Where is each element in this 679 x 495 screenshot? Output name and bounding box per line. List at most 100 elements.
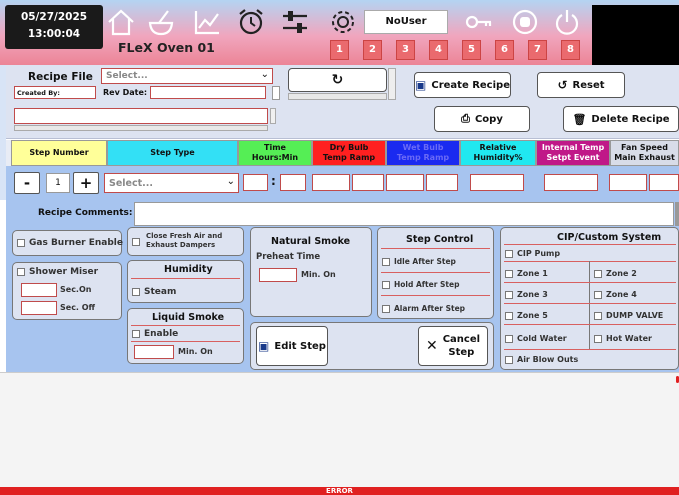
slot-5-button[interactable]: 5	[462, 40, 481, 60]
liquid-divider	[131, 325, 240, 326]
fresh-air-group[interactable]: Close Fresh Air and Exhaust Dampers	[127, 227, 244, 256]
delete-recipe-button[interactable]: 🗑 Delete Recipe	[563, 106, 679, 132]
rev-date-field[interactable]	[150, 86, 266, 99]
edit-step-button[interactable]: ▣ Edit Step	[256, 326, 328, 366]
key-icon[interactable]	[462, 6, 496, 38]
gas-burner-checkbox[interactable]	[17, 238, 25, 247]
description-scrollbar[interactable]	[14, 125, 268, 131]
zone5-label[interactable]: Zone 5	[505, 311, 548, 320]
chart-icon[interactable]	[190, 6, 224, 38]
gas-burner-checkbox-label[interactable]: Gas Burner Enable	[17, 238, 123, 248]
wet-bulb-temp-field[interactable]	[386, 174, 424, 191]
steam-label[interactable]: Steam	[132, 287, 176, 297]
created-by-field[interactable]: Created By:	[14, 86, 96, 99]
shower-sec-off-field[interactable]	[21, 301, 57, 315]
cold-water-checkbox[interactable]	[505, 334, 513, 343]
internal-temp-field[interactable]	[544, 174, 598, 191]
liquid-enable-checkbox[interactable]	[132, 329, 140, 338]
dump-valve-checkbox[interactable]	[594, 311, 602, 320]
fresh-air-label: Close Fresh Air and Exhaust Dampers	[146, 232, 222, 250]
zone1-checkbox[interactable]	[505, 269, 513, 278]
printer-icon: ⎙	[461, 112, 470, 125]
alarm-after-checkbox[interactable]	[382, 305, 390, 313]
main-exhaust-field[interactable]	[649, 174, 679, 191]
air-blow-label[interactable]: Air Blow Outs	[505, 355, 578, 364]
time-hours-field[interactable]	[243, 174, 268, 191]
step-decrement-button[interactable]: -	[14, 172, 40, 194]
home-icon[interactable]	[104, 6, 138, 38]
create-recipe-button[interactable]: ▣ Create Recipe	[414, 72, 511, 98]
slot-1-button[interactable]: 1	[330, 40, 349, 60]
gas-burner-group[interactable]: Gas Burner Enable	[12, 230, 123, 256]
steam-checkbox[interactable]	[132, 287, 140, 296]
zone4-checkbox[interactable]	[594, 290, 602, 299]
description-vscroll[interactable]	[270, 108, 276, 124]
time-separator: :	[271, 174, 276, 188]
copy-button[interactable]: ⎙ Copy	[434, 106, 530, 132]
hold-after-label[interactable]: Hold After Step	[382, 280, 459, 289]
stop-hand-icon[interactable]	[508, 6, 542, 38]
recipe-file-select[interactable]: Select... ⌄	[101, 68, 273, 84]
alarm-clock-icon[interactable]	[234, 6, 268, 38]
zone2-checkbox[interactable]	[594, 269, 602, 278]
step-type-select[interactable]: Select... ⌄	[104, 173, 239, 193]
time-minutes-field[interactable]	[280, 174, 306, 191]
dry-bulb-temp-field[interactable]	[312, 174, 350, 191]
dump-valve-label[interactable]: DUMP VALVE	[594, 311, 663, 320]
slot-6-button[interactable]: 6	[495, 40, 514, 60]
zone5-checkbox[interactable]	[505, 311, 513, 320]
idle-after-label[interactable]: Idle After Step	[382, 257, 456, 266]
liquid-enable-label[interactable]: Enable	[132, 329, 178, 339]
shower-miser-label[interactable]: Shower Miser	[17, 267, 98, 277]
user-display[interactable]: NoUser	[364, 10, 448, 34]
slot-7-button[interactable]: 7	[528, 40, 547, 60]
hold-after-checkbox[interactable]	[382, 281, 390, 289]
zone2-label[interactable]: Zone 2	[594, 269, 637, 278]
cancel-line2: Step	[448, 347, 475, 358]
air-blow-checkbox[interactable]	[505, 355, 513, 364]
cip-pump-checkbox[interactable]	[505, 249, 513, 258]
rev-date-scroll[interactable]	[272, 86, 280, 100]
slot-2-button[interactable]: 2	[363, 40, 382, 60]
wet-bulb-ramp-field[interactable]	[426, 174, 458, 191]
sliders-icon[interactable]	[278, 6, 312, 38]
settings-gear-icon[interactable]	[326, 6, 360, 38]
zone4-label[interactable]: Zone 4	[594, 290, 637, 299]
fan-speed-field[interactable]	[609, 174, 647, 191]
air-blow-text: Air Blow Outs	[517, 355, 579, 364]
recipe-comments-field[interactable]	[134, 202, 674, 226]
recipe-description-field[interactable]	[14, 108, 268, 124]
shower-sec-on-field[interactable]	[21, 283, 57, 297]
shower-miser-checkbox[interactable]	[17, 267, 25, 276]
header-humidity: Relative Humidity%	[460, 140, 536, 166]
zone1-label[interactable]: Zone 1	[505, 269, 548, 278]
slot-3-button[interactable]: 3	[396, 40, 415, 60]
zone3-label[interactable]: Zone 3	[505, 290, 548, 299]
cip-pump-label[interactable]: CIP Pump	[505, 249, 560, 258]
liquid-min-on-field[interactable]	[134, 345, 174, 359]
slot-4-button[interactable]: 4	[429, 40, 448, 60]
slot-8-button[interactable]: 8	[561, 40, 580, 60]
refresh-button[interactable]: ↻	[288, 68, 387, 92]
zone3-checkbox[interactable]	[505, 290, 513, 299]
preheat-min-field[interactable]	[259, 268, 297, 282]
step-increment-button[interactable]: +	[73, 172, 99, 194]
chevron-down-icon: ⌄	[260, 69, 269, 80]
humidity-field[interactable]	[470, 174, 524, 191]
fresh-air-checkbox[interactable]	[132, 238, 140, 246]
delete-recipe-label: Delete Recipe	[591, 113, 670, 125]
hot-water-checkbox[interactable]	[594, 334, 602, 343]
alarm-after-label[interactable]: Alarm After Step	[382, 304, 465, 313]
cancel-step-button[interactable]: ✕ Cancel Step	[418, 326, 488, 366]
mixing-bowl-icon[interactable]	[144, 6, 178, 38]
refresh-vscroll[interactable]	[388, 68, 396, 100]
step-number-field[interactable]: 1	[46, 173, 70, 193]
power-icon[interactable]	[550, 6, 584, 38]
idle-after-checkbox[interactable]	[382, 258, 390, 266]
dry-bulb-ramp-field[interactable]	[352, 174, 384, 191]
refresh-scrollbar[interactable]	[288, 93, 387, 100]
comments-scrollbar[interactable]	[675, 202, 679, 226]
cold-water-label[interactable]: Cold Water	[505, 334, 567, 343]
hot-water-label[interactable]: Hot Water	[594, 334, 652, 343]
reset-button[interactable]: ↺ Reset	[537, 72, 625, 98]
